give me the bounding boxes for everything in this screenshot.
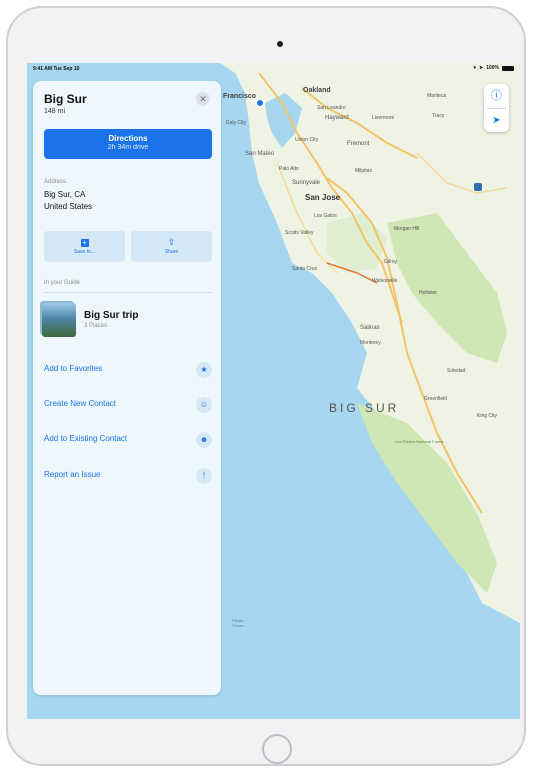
star-icon: ★: [196, 362, 212, 378]
address-line-1: Big Sur, CA: [44, 190, 86, 199]
city-label[interactable]: Daly City: [226, 120, 246, 126]
place-card: Big Sur 148 mi ✕ Directions 2h 34m drive…: [33, 81, 221, 695]
city-label[interactable]: Gilroy: [384, 259, 397, 265]
guide-section-label: In your Guide: [44, 280, 81, 286]
city-label[interactable]: Tracy: [432, 113, 444, 119]
menu-item-label: Add to Existing Contact: [44, 434, 128, 443]
region-label[interactable]: BIG SUR: [329, 401, 399, 415]
wifi-icon: ▾: [473, 65, 476, 71]
guide-name[interactable]: Big Sur trip: [84, 310, 138, 321]
create-new-contact-item[interactable]: Create New Contact ☺: [44, 397, 212, 413]
directions-label: Directions: [108, 134, 148, 143]
status-indicators: ▾ ➤ 100%: [473, 65, 514, 71]
menu-item-label: Report an Issue: [44, 470, 101, 479]
location-arrow-icon[interactable]: ➤: [484, 109, 509, 132]
city-label[interactable]: San Leandro: [317, 105, 346, 111]
city-label[interactable]: Hayward: [325, 115, 349, 121]
share-label: Share: [164, 249, 179, 255]
city-label[interactable]: Los Gatos: [314, 213, 337, 219]
park-label[interactable]: Los Padres National Forest: [395, 439, 455, 444]
city-label[interactable]: Soledad: [447, 368, 465, 374]
city-label[interactable]: Palo Alto: [279, 166, 299, 172]
contact-icon: ☺: [196, 397, 212, 413]
info-icon[interactable]: ⓘ: [484, 84, 509, 108]
battery-icon: [502, 65, 514, 71]
status-bar: 9:41 AM Tue Sep 10 ▾ ➤ 100%: [27, 63, 520, 75]
city-label[interactable]: Santa Cruz: [292, 266, 317, 272]
highway-shield-icon: [474, 183, 482, 191]
ocean-label: Pacific Ocean: [232, 618, 244, 628]
add-to-favorites-item[interactable]: Add to Favorites ★: [44, 362, 212, 378]
directions-button[interactable]: Directions 2h 34m drive: [44, 129, 212, 159]
city-label[interactable]: Hollister: [419, 290, 437, 296]
directions-eta: 2h 34m drive: [107, 144, 149, 151]
city-label[interactable]: King City: [477, 413, 497, 419]
city-label[interactable]: Union City: [295, 137, 318, 143]
battery-percent: 100%: [486, 65, 499, 71]
save-to-label: Save to...: [73, 249, 96, 255]
city-label[interactable]: Salinas: [360, 325, 380, 331]
location-status-icon: ➤: [479, 65, 484, 71]
current-location-dot[interactable]: [255, 98, 265, 108]
report-icon: !: [196, 468, 212, 484]
city-label[interactable]: Watsonville: [372, 278, 397, 284]
city-label[interactable]: Fremont: [347, 141, 369, 147]
camera-dot: [277, 41, 283, 47]
city-label[interactable]: San Mateo: [245, 151, 274, 157]
save-icon: +: [80, 238, 89, 247]
guide-place-count: 3 Places: [84, 323, 108, 329]
city-label[interactable]: Manteca: [427, 93, 446, 99]
address-line-2: United States: [44, 202, 93, 211]
divider: [44, 292, 212, 293]
status-time: 9:41 AM Tue Sep 10: [33, 66, 80, 72]
city-label[interactable]: Scotts Valley: [285, 230, 314, 236]
share-button[interactable]: ⇪ Share: [131, 231, 212, 262]
address-label: Address: [44, 179, 67, 185]
save-to-button[interactable]: + Save to...: [44, 231, 125, 262]
add-to-existing-contact-item[interactable]: Add to Existing Contact ☻: [44, 432, 212, 448]
city-label[interactable]: Sunnyvale: [292, 180, 320, 186]
city-label[interactable]: Francisco: [223, 93, 256, 100]
map-controls: ⓘ ➤: [484, 84, 509, 132]
place-title: Big Sur: [44, 92, 87, 106]
home-button[interactable]: [262, 734, 292, 764]
report-an-issue-item[interactable]: Report an Issue !: [44, 468, 212, 484]
guide-thumbnail[interactable]: [40, 301, 76, 337]
city-label[interactable]: Morgan Hill: [394, 226, 419, 232]
city-label[interactable]: San Jose: [305, 193, 340, 202]
city-label[interactable]: Monterey: [360, 340, 381, 346]
menu-item-label: Create New Contact: [44, 399, 117, 408]
maps-screen: Francisco Oakland Daly City San Leandro …: [27, 63, 520, 719]
close-icon[interactable]: ✕: [196, 92, 210, 106]
place-distance: 148 mi: [44, 108, 66, 115]
city-label[interactable]: Milpitas: [355, 168, 372, 174]
menu-item-label: Add to Favorites: [44, 364, 103, 373]
city-label[interactable]: Oakland: [303, 87, 331, 94]
city-label[interactable]: Greenfield: [424, 396, 447, 402]
add-contact-icon: ☻: [196, 432, 212, 448]
city-label[interactable]: Livermore: [372, 115, 394, 121]
share-icon: ⇪: [167, 237, 176, 247]
